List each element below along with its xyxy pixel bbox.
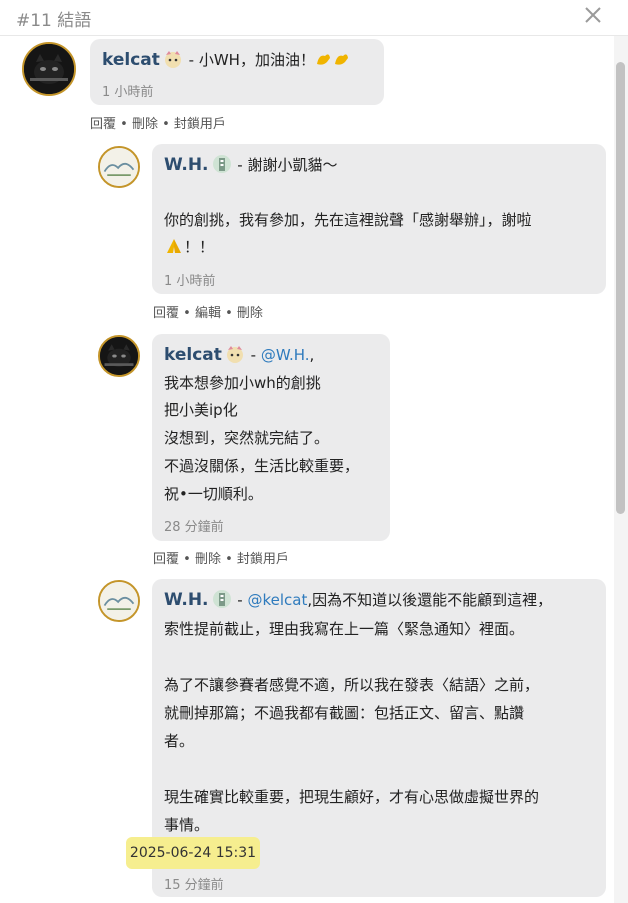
comment-author[interactable]: W.H. <box>164 590 209 610</box>
timestamp-tooltip: 2025-06-24 15:31 <box>126 837 260 869</box>
block-user-button[interactable]: 封鎖用戶 <box>174 117 226 132</box>
comment-text: - 小WH，加油油！ <box>188 51 315 69</box>
scrollbar-thumb[interactable] <box>616 62 625 514</box>
avatar[interactable] <box>98 146 140 188</box>
avatar[interactable] <box>22 42 76 96</box>
comment-bubble: kelcat - 小WH，加油油！ 1 小時前 <box>90 39 384 105</box>
comment-time: 1 小時前 <box>164 274 216 289</box>
comment-text: 事情。 <box>164 816 210 834</box>
comment-text: 不過沒關係，生活比較重要， <box>164 457 360 475</box>
comment-bubble: kelcat - @W.H., 我本想參加小wh的創挑 把小美ip化 沒想到，突… <box>152 334 390 541</box>
header-divider <box>0 35 628 36</box>
dialog-header: #11 結語 <box>0 0 628 34</box>
comment-header: kelcat - 小WH，加油油！ <box>102 49 351 73</box>
dialog-title: #11 結語 <box>16 11 92 31</box>
building-badge-icon <box>211 154 233 174</box>
comment-text: 你的創挑，我有參加，先在這裡說聲「感謝舉辦」，謝啦 <box>164 211 532 229</box>
mention-link[interactable]: @W.H. <box>261 346 310 364</box>
comment-time: 28 分鐘前 <box>164 520 224 535</box>
comment-time: 1 小時前 <box>102 85 154 100</box>
delete-button[interactable]: 刪除 <box>237 306 263 321</box>
comment-text: 我本想參加小wh的創挑 <box>164 374 321 392</box>
comment-text: 沒想到，突然就完結了。 <box>164 429 330 447</box>
avatar[interactable] <box>98 335 140 377</box>
comment-header: W.H. - @kelcat,因為不知道以後還能不能顧到這裡， <box>164 589 553 610</box>
comment-text: 為了不讓參賽者感覺不適，所以我在發表〈結語〉之前， <box>164 676 540 694</box>
comment-text: 現生確實比較重要，把現生顧好，才有心思做虛擬世界的 <box>164 788 540 806</box>
building-badge-icon <box>211 589 233 609</box>
block-user-button[interactable]: 封鎖用戶 <box>237 552 289 567</box>
cat-badge-icon <box>224 344 246 364</box>
comment-text-line: ！！ <box>164 237 214 260</box>
comment-bubble: W.H. - 謝謝小凱貓～ 你的創挑，我有參加，先在這裡說聲「感謝舉辦」，謝啦 … <box>152 144 606 294</box>
reply-button[interactable]: 回覆 <box>153 306 179 321</box>
reply-button[interactable]: 回覆 <box>153 552 179 567</box>
flexed-biceps-emoji <box>315 50 351 73</box>
comment-actions: 回覆 • 刪除 • 封鎖用戶 <box>153 552 289 567</box>
delete-button[interactable]: 刪除 <box>132 117 158 132</box>
comment-text: 把小美ip化 <box>164 401 238 419</box>
comment-time: 15 分鐘前 <box>164 878 224 893</box>
comment-header: kelcat - @W.H., <box>164 344 315 365</box>
cat-badge-icon <box>162 49 184 69</box>
comment-author[interactable]: kelcat <box>164 345 222 365</box>
comment-author[interactable]: kelcat <box>102 50 160 70</box>
comment-text: 索性提前截止，理由我寫在上一篇〈緊急通知〉裡面。 <box>164 620 525 638</box>
avatar[interactable] <box>98 580 140 622</box>
comment-author[interactable]: W.H. <box>164 155 209 175</box>
comment-text: - 謝謝小凱貓～ <box>237 156 338 174</box>
folded-hands-emoji <box>164 237 184 260</box>
comment-actions: 回覆 • 刪除 • 封鎖用戶 <box>90 117 226 132</box>
comment-actions: 回覆 • 編輯 • 刪除 <box>153 306 263 321</box>
delete-button[interactable]: 刪除 <box>195 552 221 567</box>
reply-button[interactable]: 回覆 <box>90 117 116 132</box>
edit-button[interactable]: 編輯 <box>195 306 221 321</box>
mention-link[interactable]: @kelcat <box>247 591 307 609</box>
comment-text: 者。 <box>164 732 195 750</box>
close-icon[interactable] <box>582 4 604 26</box>
comment-text: 祝•一切順利。 <box>164 485 263 503</box>
comment-header: W.H. - 謝謝小凱貓～ <box>164 154 337 175</box>
comment-text: 就刪掉那篇；不過我都有截圖：包括正文、留言、點讚 <box>164 704 525 722</box>
